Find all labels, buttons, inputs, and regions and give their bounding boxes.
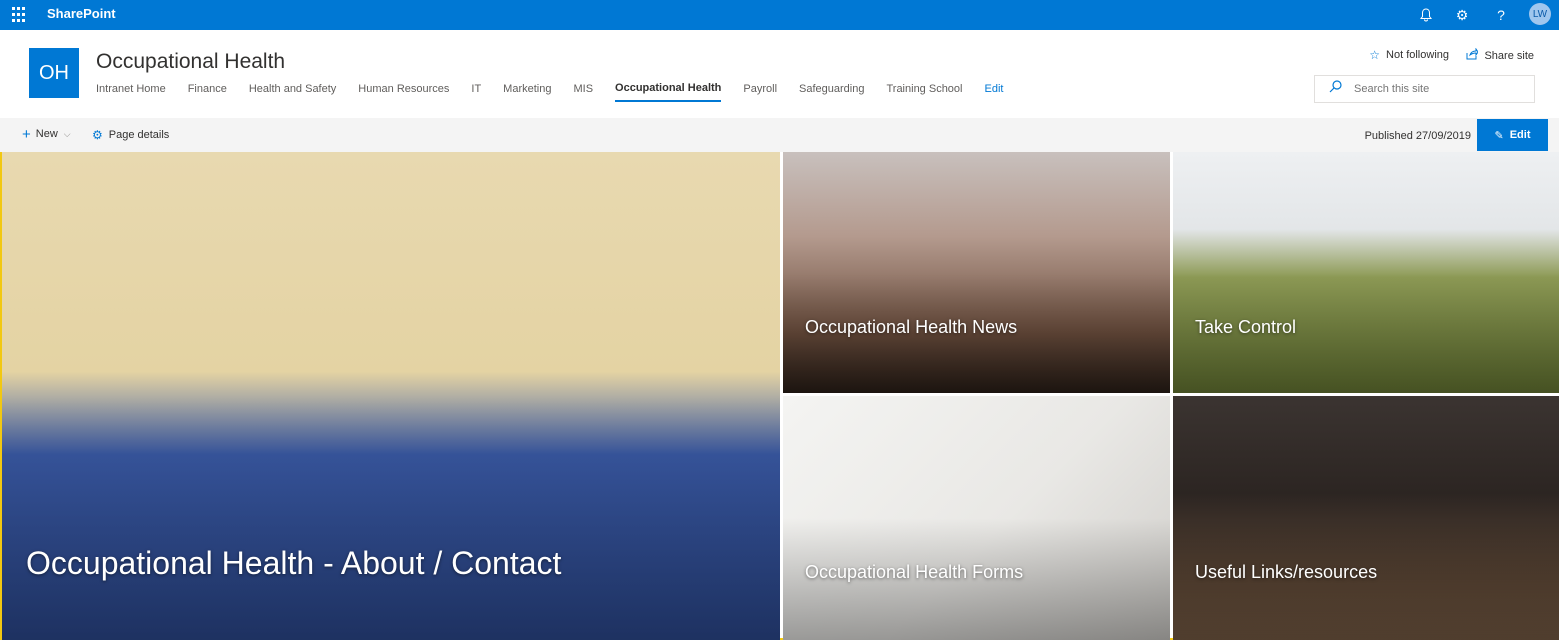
- nav-item-training-school[interactable]: Training School: [886, 83, 962, 101]
- new-label: New: [35, 128, 58, 140]
- hero-tile-label: Occupational Health News: [805, 317, 1018, 337]
- tile-overlay: [2, 396, 780, 640]
- waffle-icon[interactable]: [12, 7, 28, 23]
- nav-item-payroll[interactable]: Payroll: [743, 83, 777, 101]
- follow-label: Not following: [1386, 49, 1449, 61]
- star-icon: ☆: [1369, 48, 1381, 62]
- bell-icon[interactable]: [1415, 4, 1437, 26]
- nav-item-intranet-home[interactable]: Intranet Home: [96, 83, 166, 101]
- nav-edit-link[interactable]: Edit: [985, 83, 1004, 101]
- pencil-icon: ✎: [1494, 129, 1504, 142]
- follow-button[interactable]: ☆ Not following: [1369, 48, 1449, 62]
- nav-item-mis[interactable]: MIS: [573, 83, 593, 101]
- edit-label: Edit: [1509, 129, 1531, 141]
- gear-icon[interactable]: ⚙: [1451, 4, 1473, 26]
- edit-page-button[interactable]: ✎ Edit: [1477, 119, 1548, 151]
- command-bar: + New ⌵ ⚙ Page details Published 27/09/2…: [0, 118, 1559, 152]
- chevron-down-icon: ⌵: [63, 128, 71, 139]
- search-input[interactable]: [1354, 83, 1524, 95]
- new-button[interactable]: + New ⌵: [22, 125, 71, 143]
- hero-tile-label: Take Control: [1195, 317, 1297, 337]
- nav-item-human-resources[interactable]: Human Resources: [358, 83, 449, 101]
- hero-tile-about-contact[interactable]: Occupational Health - About / Contact: [2, 152, 780, 640]
- hero-tile-label: Useful Links/resources: [1195, 562, 1378, 582]
- share-site-button[interactable]: Share site: [1466, 47, 1534, 63]
- published-date: Published 27/09/2019: [1364, 130, 1471, 142]
- page-details-label: Page details: [108, 129, 170, 141]
- page-details-button[interactable]: ⚙ Page details: [92, 128, 169, 142]
- share-label: Share site: [1484, 49, 1534, 62]
- share-icon: [1466, 47, 1480, 63]
- hero-tile-forms[interactable]: Occupational Health Forms: [783, 396, 1170, 640]
- app-name[interactable]: SharePoint: [47, 6, 116, 21]
- hero-tile-news[interactable]: Occupational Health News: [783, 152, 1170, 393]
- nav-item-health-and-safety[interactable]: Health and Safety: [249, 83, 336, 101]
- help-icon[interactable]: ?: [1490, 4, 1512, 26]
- site-search-box[interactable]: [1314, 75, 1535, 103]
- hero-tile-useful-links[interactable]: Useful Links/resources: [1173, 396, 1559, 640]
- hero-tile-label: Occupational Health - About / Contact: [26, 545, 562, 581]
- site-navigation: Intranet Home Finance Health and Safety …: [96, 82, 1025, 102]
- nav-item-marketing[interactable]: Marketing: [503, 83, 551, 101]
- site-header: OH Occupational Health Intranet Home Fin…: [0, 30, 1559, 118]
- nav-item-occupational-health[interactable]: Occupational Health: [615, 82, 722, 102]
- suite-bar: SharePoint ⚙ ? LW: [0, 0, 1559, 30]
- hero-tile-label: Occupational Health Forms: [805, 562, 1024, 582]
- nav-item-it[interactable]: IT: [471, 83, 481, 101]
- hero-tile-take-control[interactable]: Take Control: [1173, 152, 1559, 393]
- search-icon: [1329, 80, 1342, 98]
- plus-icon: +: [22, 125, 31, 143]
- site-title[interactable]: Occupational Health: [96, 50, 285, 74]
- site-logo[interactable]: OH: [29, 48, 79, 98]
- gear-icon: ⚙: [92, 128, 103, 142]
- nav-item-safeguarding[interactable]: Safeguarding: [799, 83, 864, 101]
- avatar[interactable]: LW: [1529, 3, 1551, 25]
- nav-item-finance[interactable]: Finance: [188, 83, 227, 101]
